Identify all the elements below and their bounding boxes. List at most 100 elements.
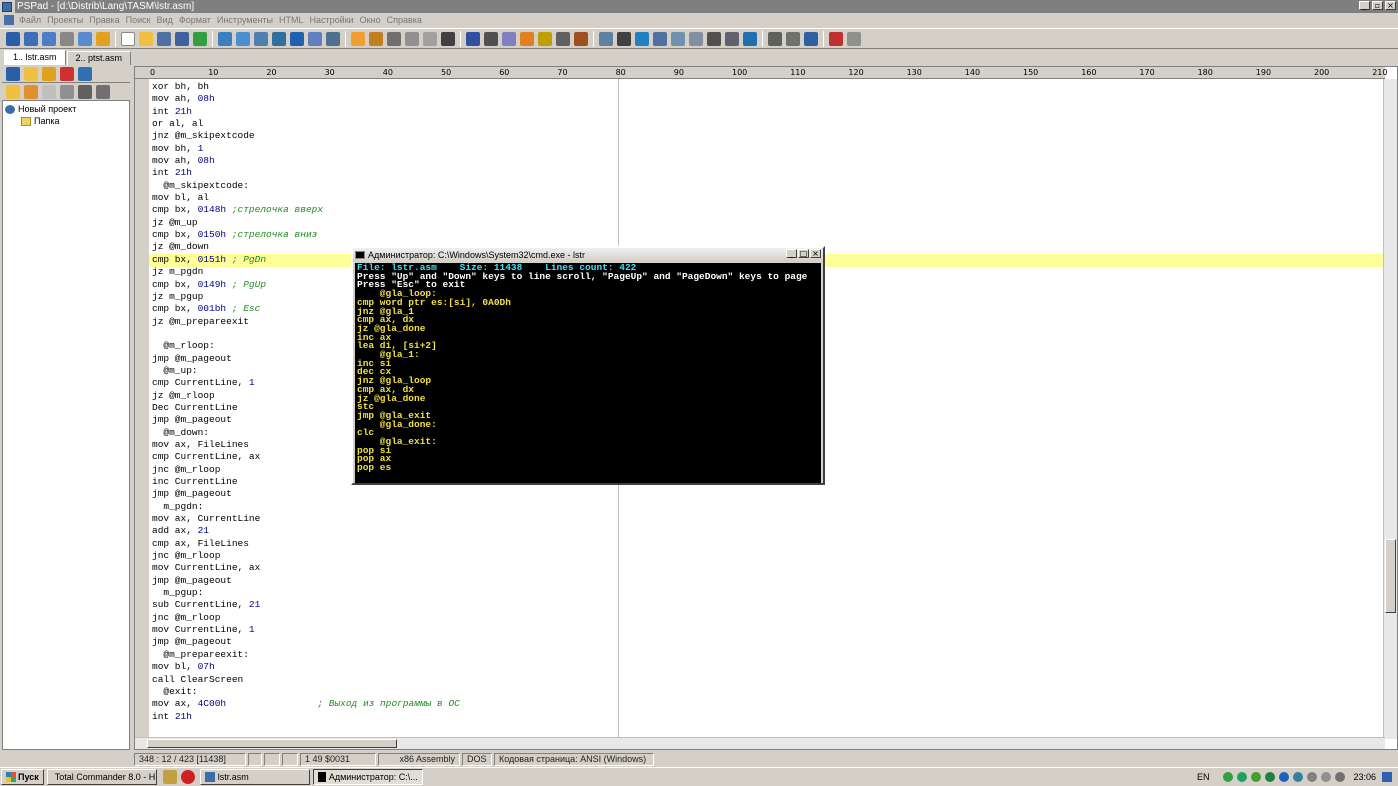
save-project-icon[interactable] (42, 31, 56, 46)
code-line[interactable]: mov ax, CurrentLine (152, 513, 1385, 525)
search-files-icon[interactable] (254, 31, 268, 46)
code-line[interactable]: mov CurrentLine, 1 (152, 624, 1385, 636)
code-line[interactable]: @exit: (152, 686, 1385, 698)
vscroll-thumb[interactable] (1385, 539, 1396, 613)
menu-tools[interactable]: Инструменты (214, 15, 276, 25)
run-icon[interactable] (193, 31, 207, 46)
preview-icon[interactable] (308, 31, 322, 46)
tool-n-icon[interactable] (847, 31, 861, 46)
code-line[interactable]: int 21h (152, 106, 1385, 118)
task-total-commander[interactable]: Total Commander 8.0 - H... (46, 769, 157, 785)
code-line[interactable]: @m_prepareexit: (152, 649, 1385, 661)
menu-settings[interactable]: Настройки (307, 15, 357, 25)
project-icon[interactable] (6, 31, 20, 46)
menu-edit[interactable]: Правка (86, 15, 122, 25)
menu-html[interactable]: HTML (276, 15, 307, 25)
tray-icon-5[interactable] (1279, 772, 1290, 782)
status-format[interactable]: DOS (462, 753, 492, 766)
cmd-close-button[interactable]: × (810, 249, 821, 258)
tab-ptst[interactable]: 2.. ptst.asm (66, 51, 132, 65)
menu-projects[interactable]: Проекты (44, 15, 86, 25)
minimize-button[interactable]: _ (1359, 1, 1370, 10)
cmd-minimize-button[interactable]: _ (786, 249, 797, 258)
save-all-icon[interactable] (175, 31, 189, 46)
network-icon[interactable] (1307, 772, 1318, 782)
code-line[interactable]: int 21h (152, 711, 1385, 723)
tool-d-icon[interactable] (653, 31, 667, 46)
menu-search[interactable]: Поиск (123, 15, 154, 25)
open-file-icon[interactable] (139, 31, 153, 46)
code-line[interactable]: jmp @m_pageout (152, 636, 1385, 648)
ftp-icon[interactable] (78, 31, 92, 46)
code-line[interactable]: mov bl, al (152, 192, 1385, 204)
cmd-title-bar[interactable]: Администратор: C:\Windows\System32\cmd.e… (353, 248, 823, 261)
tools-icon[interactable] (96, 84, 110, 99)
explorer-tab-icon[interactable] (24, 67, 38, 81)
redo-icon[interactable] (369, 31, 383, 46)
code-line[interactable]: jnc @m_rloop (152, 612, 1385, 624)
code-line[interactable]: call ClearScreen (152, 674, 1385, 686)
status-syntax[interactable]: x86 Assembly (378, 753, 460, 766)
book-icon[interactable] (290, 31, 304, 46)
tool-b-icon[interactable] (617, 31, 631, 46)
tray-icon-6[interactable] (1293, 772, 1304, 782)
language-indicator[interactable]: EN (1197, 772, 1210, 782)
add-folder-icon[interactable] (6, 84, 20, 99)
code-line[interactable]: mov bl, 07h (152, 661, 1385, 673)
pilcrow-icon[interactable] (484, 31, 498, 46)
clock[interactable]: 23:06 (1353, 772, 1376, 782)
cmd-console[interactable]: File: lstr.asm Size: 11438 Lines count: … (355, 263, 821, 483)
status-encoding[interactable]: Кодовая страница: ANSI (Windows) (494, 753, 654, 766)
task-pspad[interactable]: lstr.asm (199, 769, 310, 785)
undo-icon[interactable] (351, 31, 365, 46)
show-desktop-icon[interactable] (1382, 772, 1392, 782)
tool-a-icon[interactable] (599, 31, 613, 46)
code-line[interactable]: mov ah, 08h (152, 155, 1385, 167)
close-project-icon[interactable] (60, 31, 74, 46)
code-line[interactable]: cmp ax, FileLines (152, 538, 1385, 550)
cmd-maximize-button[interactable]: □ (798, 249, 809, 258)
clips-tab-icon[interactable] (78, 67, 92, 81)
code-line[interactable]: jnc @m_rloop (152, 550, 1385, 562)
tray-icon-4[interactable] (1265, 772, 1276, 782)
opera-icon[interactable] (180, 770, 195, 784)
paste-icon[interactable] (423, 31, 437, 46)
cmd-window[interactable]: Администратор: C:\Windows\System32\cmd.e… (351, 246, 825, 485)
code-line[interactable]: mov CurrentLine, ax (152, 562, 1385, 574)
menu-format[interactable]: Формат (176, 15, 214, 25)
code-line[interactable]: mov ax, 4C00h ; Выход из программы в ОС (152, 698, 1385, 710)
add-item-icon[interactable] (42, 84, 56, 99)
vertical-scrollbar[interactable] (1383, 79, 1397, 739)
tray-icon-2[interactable] (1237, 772, 1248, 782)
code-line[interactable]: sub CurrentLine, 21 (152, 599, 1385, 611)
tray-icon-3[interactable] (1251, 772, 1262, 782)
line-numbers-icon[interactable] (502, 31, 516, 46)
find-icon[interactable] (218, 31, 232, 46)
tool-i-icon[interactable] (743, 31, 757, 46)
code-line[interactable]: cmp bx, 0150h ;стрелочка вниз (152, 229, 1385, 241)
cut-icon[interactable] (387, 31, 401, 46)
restore-button[interactable]: ▫ (1372, 1, 1383, 10)
code-line[interactable]: mov bh, 1 (152, 143, 1385, 155)
code-line[interactable]: m_pgdn: (152, 501, 1385, 513)
add-file-icon[interactable] (24, 84, 38, 99)
task-cmd[interactable]: Администратор: C:\... (312, 769, 423, 785)
projects-tab-icon[interactable] (6, 67, 20, 81)
save-icon[interactable] (157, 31, 171, 46)
wrap-icon[interactable] (466, 31, 480, 46)
code-line[interactable]: jmp @m_pageout (152, 488, 1385, 500)
horizontal-scrollbar[interactable] (135, 737, 1385, 749)
tree-folder[interactable]: Папка (5, 115, 127, 127)
start-button[interactable]: Пуск (1, 769, 44, 785)
print-icon[interactable] (326, 31, 340, 46)
menu-window[interactable]: Окно (357, 15, 384, 25)
code-line[interactable]: int 21h (152, 167, 1385, 179)
tool-k-icon[interactable] (786, 31, 800, 46)
arrow-icon[interactable] (574, 31, 588, 46)
code-line[interactable]: @m_skipextcode: (152, 180, 1385, 192)
files-tab-icon[interactable] (42, 67, 56, 81)
code-line[interactable]: mov ah, 08h (152, 93, 1385, 105)
properties-icon[interactable] (78, 84, 92, 99)
tool-g-icon[interactable] (707, 31, 721, 46)
settings-icon[interactable] (96, 31, 110, 46)
